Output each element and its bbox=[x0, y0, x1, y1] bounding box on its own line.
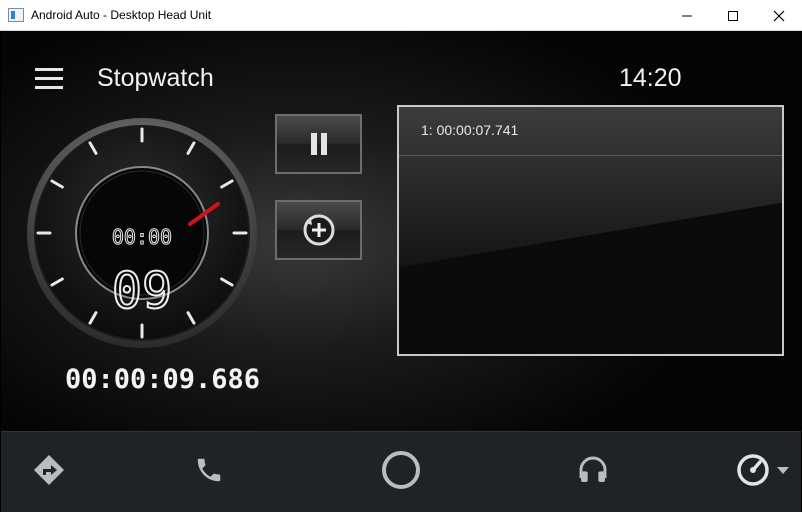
dashboard-dropdown[interactable] bbox=[771, 450, 795, 490]
minimize-button[interactable] bbox=[664, 0, 710, 31]
media-button[interactable] bbox=[573, 450, 613, 490]
bottom-nav-bar bbox=[1, 431, 801, 512]
list-item[interactable]: 1: 00:00:07.741 bbox=[399, 107, 782, 156]
minimize-icon bbox=[682, 15, 692, 16]
navigation-button[interactable] bbox=[29, 450, 69, 490]
app-window-icon bbox=[8, 8, 24, 22]
dial-minutes-readout: 00:00 bbox=[112, 225, 172, 249]
phone-button[interactable] bbox=[189, 450, 229, 490]
page-title: Stopwatch bbox=[97, 64, 214, 92]
pause-button[interactable] bbox=[275, 114, 362, 174]
dashboard-icon bbox=[737, 454, 769, 486]
hamburger-menu-icon[interactable] bbox=[35, 68, 63, 90]
home-button[interactable] bbox=[381, 450, 421, 490]
headphones-icon bbox=[579, 456, 607, 482]
home-circle-icon bbox=[382, 451, 420, 489]
window-titlebar: Android Auto - Desktop Head Unit bbox=[0, 0, 802, 31]
close-icon bbox=[773, 10, 785, 21]
maximize-icon bbox=[728, 10, 738, 21]
laps-list: 1: 00:00:07.741 bbox=[397, 105, 784, 356]
elapsed-time: 00:00:09.686 bbox=[65, 364, 261, 395]
stopwatch-dial: 00:00 09 bbox=[27, 118, 257, 348]
close-button[interactable] bbox=[756, 0, 802, 31]
dashboard-button[interactable] bbox=[733, 450, 773, 490]
add-lap-button[interactable] bbox=[275, 200, 362, 260]
app-screen: Stopwatch 14:20 00:00 09 00:00:09.686 1:… bbox=[1, 31, 801, 431]
app-bar: Stopwatch 14:20 bbox=[1, 31, 801, 111]
status-clock: 14:20 bbox=[619, 64, 682, 92]
phone-icon bbox=[197, 458, 221, 482]
dial-seconds-readout: 09 bbox=[112, 262, 172, 320]
caret-down-icon bbox=[777, 467, 789, 474]
maximize-button[interactable] bbox=[710, 0, 756, 31]
lap-entry-text: 1: 00:00:07.741 bbox=[421, 122, 519, 138]
pause-icon bbox=[310, 133, 327, 155]
add-lap-icon bbox=[303, 214, 334, 246]
window-title: Android Auto - Desktop Head Unit bbox=[31, 8, 212, 22]
navigation-icon bbox=[34, 455, 64, 485]
